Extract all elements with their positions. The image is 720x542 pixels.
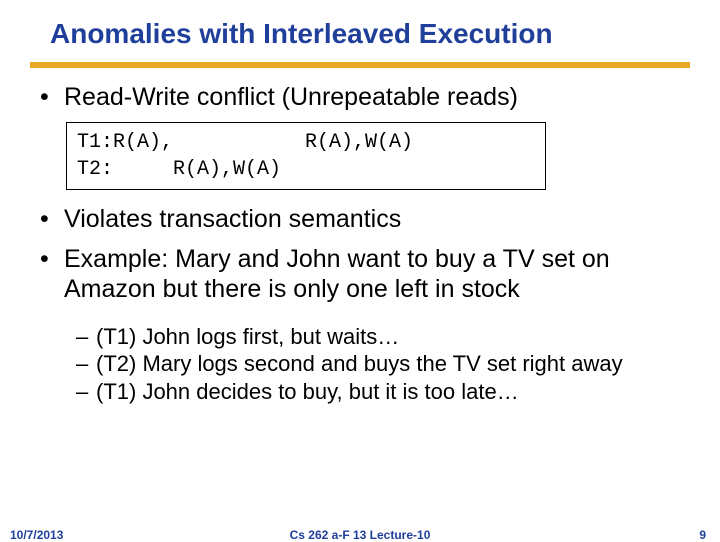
dash-icon: – (76, 324, 96, 349)
bullet-read-write: • Read-Write conflict (Unrepeatable read… (40, 82, 690, 112)
slide-body: • Read-Write conflict (Unrepeatable read… (0, 68, 720, 404)
bullet-violates: • Violates transaction semantics (40, 204, 690, 234)
bullet-text: Violates transaction semantics (64, 204, 401, 234)
code-line-2: T2: R(A),W(A) (77, 158, 281, 181)
transaction-code-box: T1:R(A), R(A),W(A) T2: R(A),W(A) (66, 122, 546, 190)
sub-text: (T2) Mary logs second and buys the TV se… (96, 351, 623, 376)
slide-title: Anomalies with Interleaved Execution (0, 0, 720, 50)
bullet-text: Example: Mary and John want to buy a TV … (64, 244, 690, 304)
sub-text: (T1) John decides to buy, but it is too … (96, 379, 519, 404)
bullet-text: Read-Write conflict (Unrepeatable reads) (64, 82, 518, 112)
bullet-dot-icon: • (40, 244, 64, 304)
bullet-dot-icon: • (40, 82, 64, 112)
sub-text: (T1) John logs first, but waits… (96, 324, 399, 349)
bullet-example: • Example: Mary and John want to buy a T… (40, 244, 690, 304)
code-line-1: T1:R(A), R(A),W(A) (77, 131, 413, 154)
dash-icon: – (76, 379, 96, 404)
sub-bullet-t1-wait: – (T1) John logs first, but waits… (76, 324, 690, 349)
bullet-dot-icon: • (40, 204, 64, 234)
dash-icon: – (76, 351, 96, 376)
sub-bullet-t1-late: – (T1) John decides to buy, but it is to… (76, 379, 690, 404)
sub-bullet-t2-buy: – (T2) Mary logs second and buys the TV … (76, 351, 690, 376)
